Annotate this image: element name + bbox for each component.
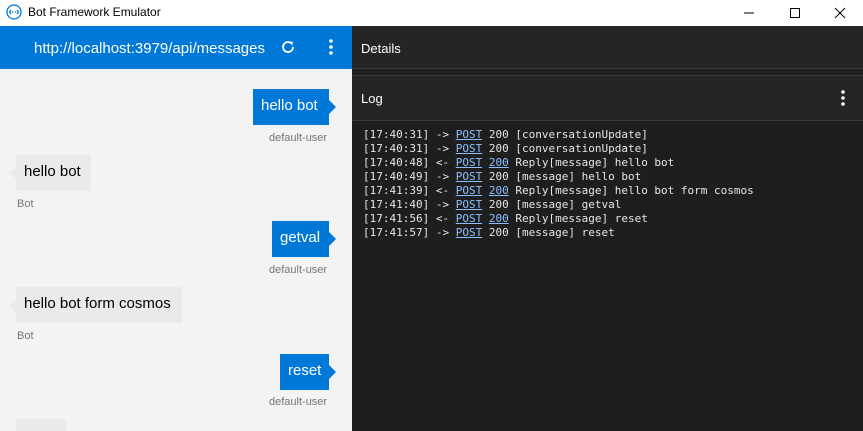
- log-entry: [17:40:31] -> POST 200 [conversationUpda…: [363, 128, 853, 142]
- bubble-tail: [329, 100, 336, 114]
- close-button[interactable]: [817, 0, 863, 26]
- log-status-link[interactable]: 200: [489, 212, 509, 225]
- log-text: Reply[message] reset: [515, 212, 648, 225]
- bot-message[interactable]: hello bot: [16, 155, 91, 191]
- log-entry: [17:40:49] -> POST 200 [message] hello b…: [363, 170, 853, 184]
- log-time: [17:41:57]: [363, 226, 430, 239]
- message-sender: default-user: [269, 132, 328, 144]
- minimize-icon: [744, 12, 754, 14]
- log-direction: ->: [435, 226, 450, 239]
- log-text: Reply[message] hello bot form cosmos: [515, 184, 754, 197]
- user-message[interactable]: getval: [272, 221, 329, 257]
- log-text: [message] hello bot: [515, 170, 642, 183]
- log-text: [conversationUpdate]: [515, 128, 648, 141]
- endpoint-url[interactable]: http://localhost:3979/api/messages: [34, 40, 265, 57]
- inspector-panel: Details Log [17:40:31] -> POST 200 [conv…: [352, 26, 863, 431]
- maximize-button[interactable]: [772, 0, 818, 26]
- log-entry: [17:41:39] <- POST 200 Reply[message] he…: [363, 184, 853, 198]
- log-time: [17:41:40]: [363, 198, 430, 211]
- bot-framework-icon: [6, 4, 22, 20]
- log-status-link[interactable]: 200: [489, 184, 509, 197]
- log-text: [message] reset: [515, 226, 615, 239]
- log-text: [message] getval: [515, 198, 622, 211]
- more-vertical-icon[interactable]: [324, 38, 338, 56]
- log-direction: ->: [435, 142, 450, 155]
- log-list: [17:40:31] -> POST 200 [conversationUpda…: [363, 128, 853, 240]
- log-direction: <-: [435, 156, 450, 169]
- log-direction: ->: [435, 170, 450, 183]
- log-status: 200: [488, 142, 509, 155]
- details-title: Details: [361, 41, 401, 56]
- bot-message-partial: [16, 419, 66, 431]
- log-status: 200: [488, 198, 509, 211]
- log-status: 200: [488, 226, 509, 239]
- user-message[interactable]: reset: [280, 354, 329, 390]
- log-method-link[interactable]: POST: [456, 226, 483, 239]
- log-text: Reply[message] hello bot: [515, 156, 675, 169]
- log-method-link[interactable]: POST: [456, 128, 483, 141]
- log-method-link[interactable]: POST: [456, 198, 483, 211]
- log-method-link[interactable]: POST: [456, 156, 483, 169]
- log-time: [17:40:31]: [363, 142, 430, 155]
- log-method-link[interactable]: POST: [456, 142, 483, 155]
- log-time: [17:41:56]: [363, 212, 430, 225]
- log-method-link[interactable]: POST: [456, 212, 483, 225]
- log-method-link[interactable]: POST: [456, 170, 483, 183]
- user-message[interactable]: hello bot: [253, 89, 329, 125]
- log-status: 200: [488, 128, 509, 141]
- log-direction: <-: [435, 212, 450, 225]
- details-header: Details: [352, 26, 863, 69]
- log-status: 200: [488, 170, 509, 183]
- chat-panel: http://localhost:3979/api/messages hello…: [0, 26, 352, 431]
- log-method-link[interactable]: POST: [456, 184, 483, 197]
- log-title: Log: [361, 91, 383, 106]
- log-entry: [17:40:31] -> POST 200 [conversationUpda…: [363, 142, 853, 156]
- log-direction: ->: [435, 128, 450, 141]
- message-sender: Bot: [17, 198, 34, 210]
- window-title: Bot Framework Emulator: [28, 5, 161, 19]
- bot-message[interactable]: hello bot form cosmos: [16, 287, 182, 323]
- log-entry: [17:40:48] <- POST 200 Reply[message] he…: [363, 156, 853, 170]
- chat-header: http://localhost:3979/api/messages: [0, 26, 352, 69]
- log-entry: [17:41:40] -> POST 200 [message] getval: [363, 198, 853, 212]
- bubble-tail: [329, 232, 336, 246]
- message-sender: default-user: [269, 264, 328, 276]
- window-titlebar: Bot Framework Emulator: [0, 0, 863, 26]
- message-sender: Bot: [17, 330, 34, 342]
- maximize-icon: [790, 8, 800, 18]
- log-direction: ->: [435, 198, 450, 211]
- log-time: [17:40:49]: [363, 170, 430, 183]
- bubble-tail: [329, 365, 336, 379]
- log-entry: [17:41:56] <- POST 200 Reply[message] re…: [363, 212, 853, 226]
- minimize-button[interactable]: [726, 0, 772, 26]
- more-vertical-icon[interactable]: [836, 89, 850, 107]
- refresh-icon[interactable]: [280, 39, 296, 55]
- message-sender: default-user: [269, 396, 328, 408]
- log-entry: [17:41:57] -> POST 200 [message] reset: [363, 226, 853, 240]
- log-time: [17:40:48]: [363, 156, 430, 169]
- log-time: [17:41:39]: [363, 184, 430, 197]
- log-status-link[interactable]: 200: [489, 156, 509, 169]
- close-icon: [834, 7, 846, 19]
- log-time: [17:40:31]: [363, 128, 430, 141]
- log-text: [conversationUpdate]: [515, 142, 648, 155]
- log-direction: <-: [435, 184, 450, 197]
- log-header: Log: [352, 75, 863, 121]
